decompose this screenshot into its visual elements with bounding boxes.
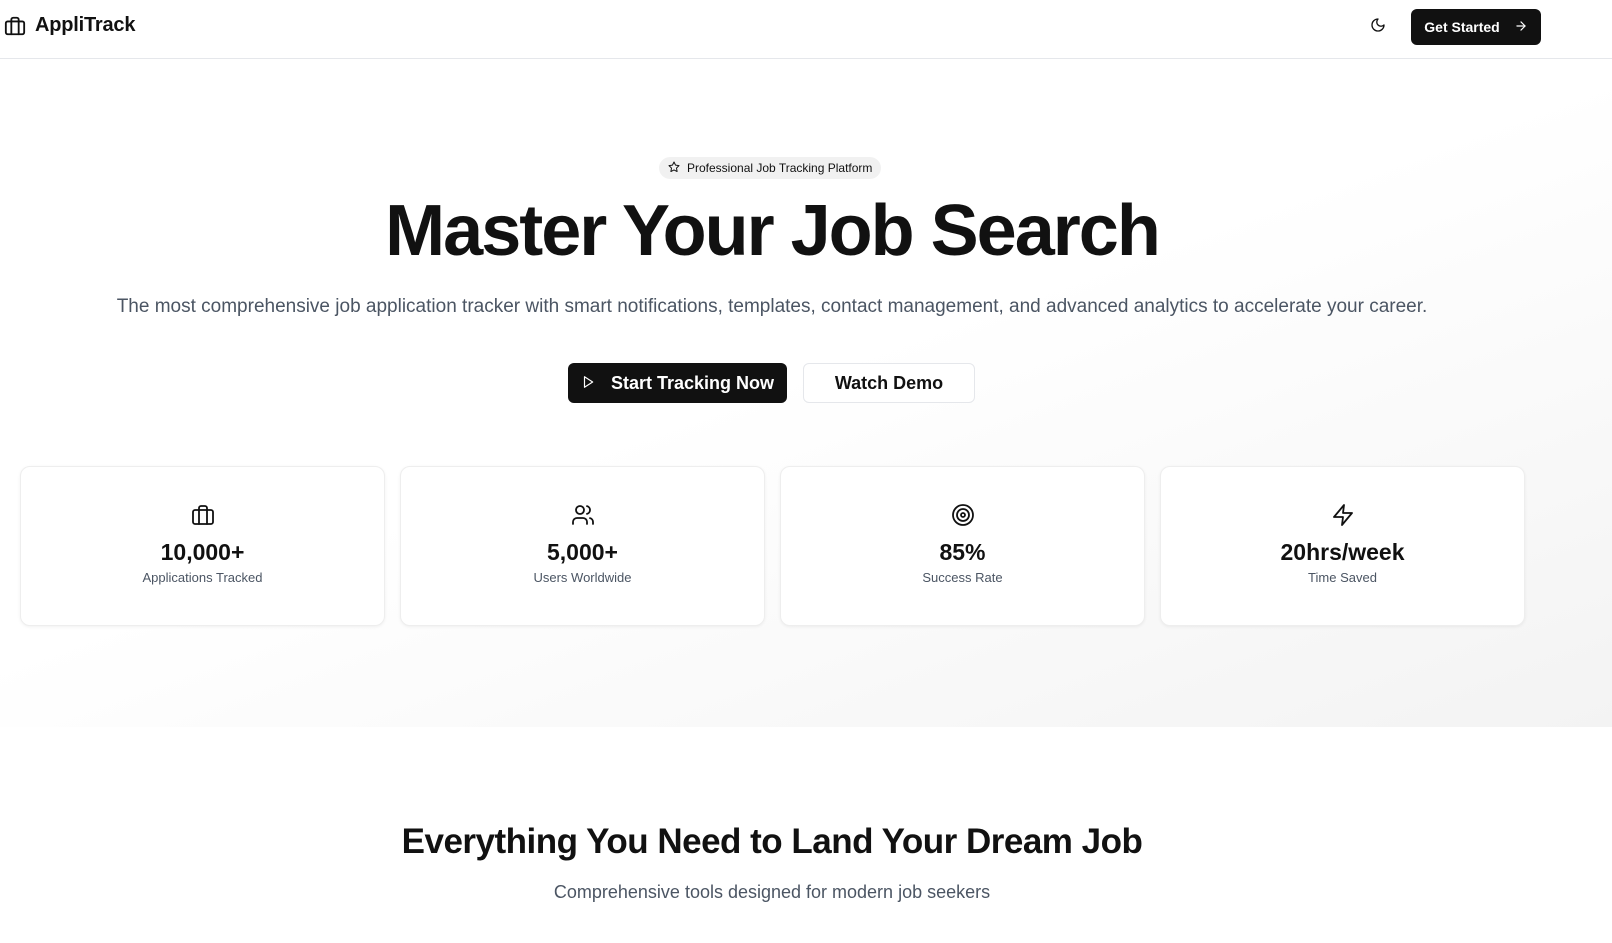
theme-toggle-button[interactable]	[1366, 15, 1390, 39]
start-tracking-button[interactable]: Start Tracking Now	[568, 363, 787, 403]
stat-card-time: 20hrs/week Time Saved	[1160, 466, 1525, 626]
hero-section: Professional Job Tracking Platform Maste…	[0, 60, 1612, 727]
star-icon	[668, 161, 680, 176]
features-title: Everything You Need to Land Your Dream J…	[401, 822, 1143, 861]
users-icon	[571, 503, 595, 532]
brand-logo[interactable]: AppliTrack	[4, 14, 135, 37]
stat-card-users: 5,000+ Users Worldwide	[400, 466, 765, 626]
top-nav: AppliTrack Get Started	[0, 0, 1612, 59]
arrow-right-icon	[1514, 19, 1528, 36]
brand-name: AppliTrack	[35, 14, 136, 36]
play-icon	[581, 373, 595, 394]
briefcase-icon	[4, 15, 26, 37]
features-subtitle: Comprehensive tools designed for modern …	[553, 882, 991, 902]
stat-label: Time Saved	[1308, 570, 1377, 585]
stat-card-applications: 10,000+ Applications Tracked	[20, 466, 385, 626]
stat-label: Success Rate	[922, 570, 1003, 585]
watch-demo-button[interactable]: Watch Demo	[803, 363, 975, 403]
platform-badge: Professional Job Tracking Platform	[659, 157, 882, 179]
hero-subtitle: The most comprehensive job application t…	[116, 296, 1428, 317]
stat-label: Applications Tracked	[142, 570, 263, 585]
stat-card-success: 85% Success Rate	[780, 466, 1145, 626]
badge-text: Professional Job Tracking Platform	[687, 161, 873, 175]
watch-demo-label: Watch Demo	[834, 372, 944, 393]
get-started-button[interactable]: Get Started	[1411, 9, 1541, 45]
stat-value: 20hrs/week	[1280, 539, 1405, 565]
moon-icon	[1370, 17, 1386, 38]
stat-label: Users Worldwide	[533, 570, 632, 585]
briefcase-icon	[191, 503, 215, 532]
zap-icon	[1331, 503, 1355, 532]
hero-title: Master Your Job Search	[385, 191, 1161, 271]
get-started-label: Get Started	[1424, 19, 1500, 35]
stat-value: 5,000+	[547, 539, 618, 565]
start-tracking-label: Start Tracking Now	[610, 372, 775, 393]
target-icon	[951, 503, 975, 532]
stat-value: 85%	[939, 539, 986, 565]
stat-value: 10,000+	[160, 539, 245, 565]
